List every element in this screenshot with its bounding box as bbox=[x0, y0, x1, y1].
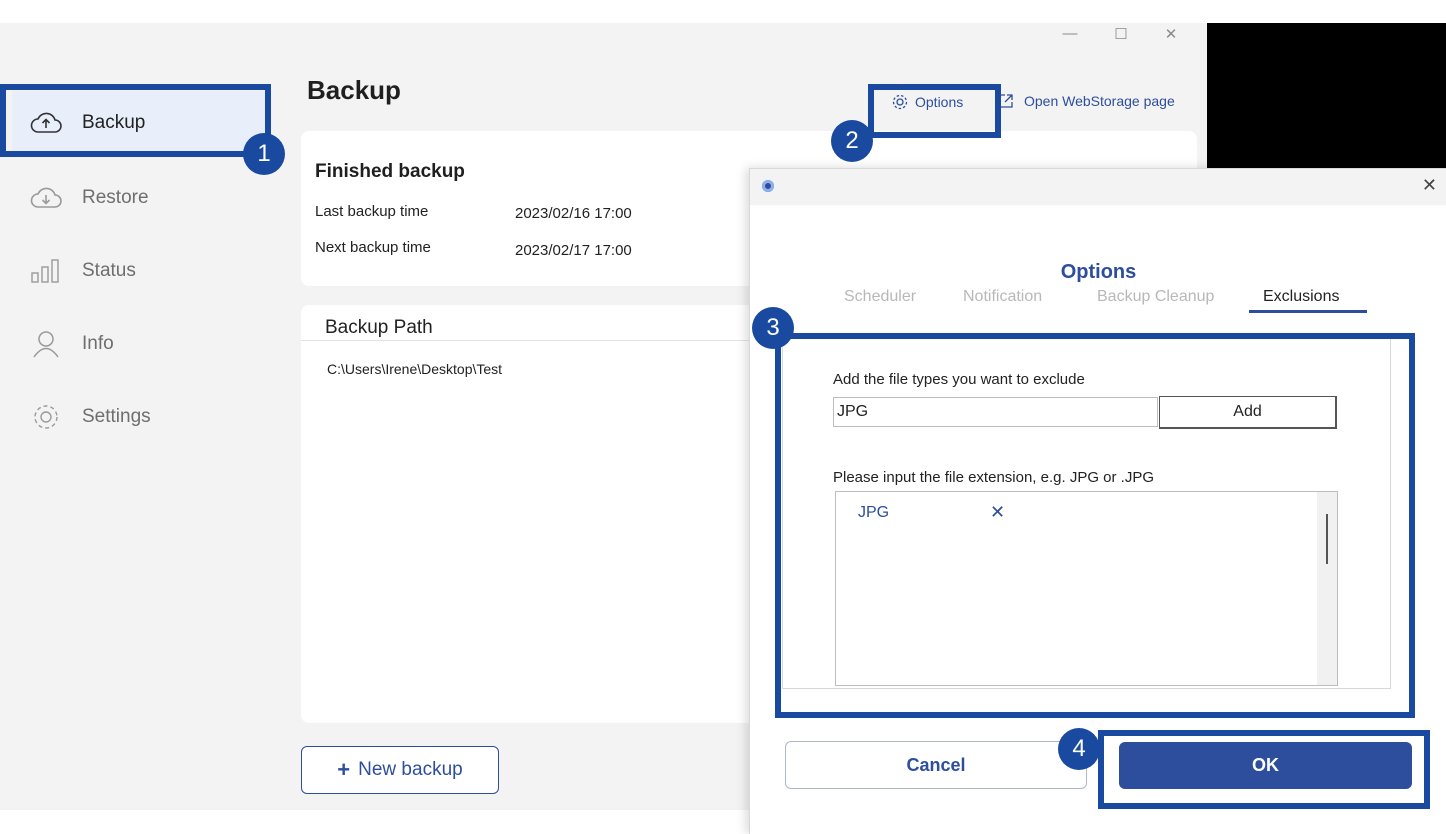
tab-backup-cleanup[interactable]: Backup Cleanup bbox=[1097, 288, 1214, 306]
step-badge-1: 1 bbox=[243, 133, 285, 175]
new-backup-label: New backup bbox=[358, 759, 463, 780]
app-logo-icon bbox=[762, 180, 774, 192]
step-badge-2: 2 bbox=[831, 120, 873, 162]
dialog-title-bar: ✕ bbox=[750, 169, 1446, 205]
backup-path-heading: Backup Path bbox=[325, 317, 433, 338]
step-badge-4: 4 bbox=[1058, 728, 1100, 770]
minimize-button[interactable]: — bbox=[1055, 25, 1085, 42]
maximize-button[interactable]: ☐ bbox=[1106, 25, 1136, 43]
cancel-button[interactable]: Cancel bbox=[785, 741, 1087, 789]
person-icon bbox=[26, 330, 66, 358]
tab-notification[interactable]: Notification bbox=[963, 288, 1042, 306]
last-backup-value: 2023/02/16 17:00 bbox=[515, 205, 632, 222]
dialog-close-button[interactable]: ✕ bbox=[1422, 175, 1437, 196]
tab-exclusions[interactable]: Exclusions bbox=[1263, 288, 1339, 306]
highlight-box-ok bbox=[1098, 730, 1430, 809]
highlight-box-exclusions bbox=[775, 333, 1415, 718]
bar-chart-icon bbox=[26, 258, 66, 284]
open-webstorage-link[interactable]: Open WebStorage page bbox=[998, 93, 1175, 109]
plus-icon: + bbox=[337, 757, 351, 782]
sidebar-item-label: Info bbox=[82, 333, 114, 354]
sidebar-item-label: Settings bbox=[82, 406, 151, 427]
sidebar-item-status[interactable]: Status bbox=[12, 239, 267, 303]
last-backup-label: Last backup time bbox=[315, 203, 429, 220]
sidebar-item-label: Restore bbox=[82, 187, 149, 208]
sidebar: Backup Restore Status Info Settings bbox=[0, 53, 285, 810]
sidebar-item-restore[interactable]: Restore bbox=[12, 166, 267, 230]
active-tab-indicator bbox=[1249, 310, 1367, 313]
background-region bbox=[1207, 23, 1446, 173]
next-backup-label: Next backup time bbox=[315, 239, 431, 256]
close-button[interactable]: ✕ bbox=[1156, 25, 1186, 43]
highlight-box-options bbox=[868, 84, 1001, 138]
sidebar-item-info[interactable]: Info bbox=[12, 312, 267, 376]
new-backup-button[interactable]: + New backup bbox=[301, 746, 499, 794]
sidebar-item-label: Status bbox=[82, 260, 136, 281]
cloud-download-icon bbox=[26, 186, 66, 210]
next-backup-value: 2023/02/17 17:00 bbox=[515, 242, 632, 259]
open-webstorage-label: Open WebStorage page bbox=[1024, 93, 1175, 109]
step-badge-3: 3 bbox=[752, 307, 794, 349]
gear-icon bbox=[26, 402, 66, 432]
page-title: Backup bbox=[307, 75, 401, 105]
title-bar: — ☐ ✕ bbox=[0, 23, 1207, 53]
status-heading: Finished backup bbox=[315, 161, 465, 182]
dialog-heading: Options bbox=[1060, 261, 1137, 283]
tab-scheduler[interactable]: Scheduler bbox=[844, 288, 916, 306]
sidebar-item-settings[interactable]: Settings bbox=[12, 385, 267, 449]
backup-path-value: C:\Users\Irene\Desktop\Test bbox=[327, 361, 503, 377]
highlight-box-backup bbox=[0, 84, 271, 157]
